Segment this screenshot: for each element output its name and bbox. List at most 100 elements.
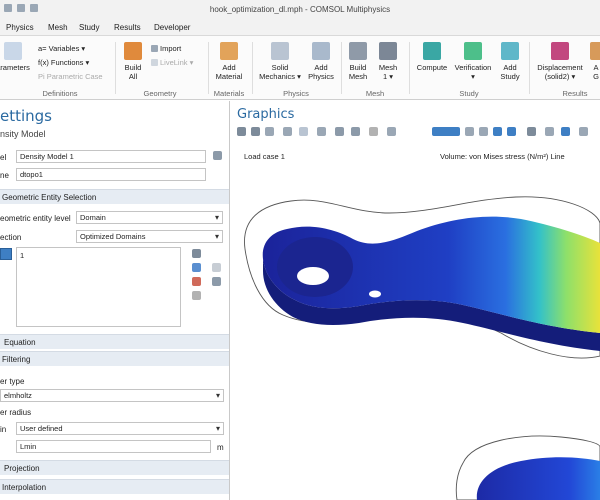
section-equation[interactable]: Equation xyxy=(0,334,229,349)
ribbon-divider xyxy=(529,42,530,94)
go-to-view-icon[interactable] xyxy=(387,127,396,136)
list-item[interactable]: 1 xyxy=(20,251,24,260)
filter-type-label: er type xyxy=(0,377,25,386)
select-boundaries-icon[interactable] xyxy=(479,127,488,136)
import-icon xyxy=(151,45,158,52)
mesh-1-button[interactable]: Mesh 1 ▾ xyxy=(375,42,401,81)
tab-mesh[interactable]: Mesh xyxy=(48,23,68,32)
group-study: Study xyxy=(459,89,479,98)
tab-physics[interactable]: Physics xyxy=(6,23,34,32)
group-results: Results xyxy=(562,89,588,98)
camera-icon[interactable] xyxy=(351,127,360,136)
gear-icon[interactable] xyxy=(561,127,570,136)
select-edges-icon[interactable] xyxy=(493,127,502,136)
edit-label-icon[interactable] xyxy=(213,151,222,160)
plot-group-icon xyxy=(551,42,569,60)
graphics-window[interactable]: Graphics Load case 1 Volume: von Mises s… xyxy=(231,101,600,500)
ribbon-divider xyxy=(409,42,410,94)
hook-pin-hole xyxy=(369,290,381,298)
print-icon[interactable] xyxy=(579,127,588,136)
clear-selection-icon[interactable] xyxy=(192,291,201,300)
solid-mechanics-button[interactable]: Solid Mechanics ▾ xyxy=(256,42,304,81)
wireframe-icon[interactable] xyxy=(545,127,554,136)
zoom-box-icon[interactable] xyxy=(265,127,274,136)
label-input[interactable]: Density Model 1 xyxy=(16,150,206,163)
parametric-case-button[interactable]: Pi Parametric Case xyxy=(38,72,103,81)
zoom-extents-icon[interactable] xyxy=(283,127,292,136)
remove-from-selection-icon[interactable] xyxy=(192,277,201,286)
parameters-icon xyxy=(4,42,22,60)
copy-selection-icon[interactable] xyxy=(212,277,221,286)
view-axis-icon[interactable] xyxy=(317,127,326,136)
zoom-selection-icon[interactable] xyxy=(212,263,221,272)
view-menu-icon[interactable] xyxy=(299,127,308,136)
add-study-button[interactable]: Add Study xyxy=(496,42,524,81)
section-interpolation[interactable]: Interpolation xyxy=(0,479,229,494)
build-all-button[interactable]: Build All xyxy=(118,42,148,81)
section-filtering[interactable]: Filtering xyxy=(0,351,229,366)
radius-length-input[interactable]: Lmin xyxy=(16,440,211,453)
selection-list[interactable]: 1 xyxy=(16,247,181,327)
name-field-label: ne xyxy=(0,171,9,180)
add-to-selection-icon[interactable] xyxy=(192,263,201,272)
section-projection[interactable]: Projection xyxy=(0,460,229,475)
load-case-label: Load case 1 xyxy=(244,152,285,161)
tab-study[interactable]: Study xyxy=(79,23,99,32)
add-material-button[interactable]: Add Material xyxy=(211,42,247,81)
section-geometric-entity-selection[interactable]: Geometric Entity Selection xyxy=(0,189,229,204)
ribbon-tabs: Physics Mesh Study Results Developer xyxy=(0,20,600,36)
zoom-in-icon[interactable] xyxy=(237,127,246,136)
rotate-icon[interactable] xyxy=(369,127,378,136)
lock-icon[interactable] xyxy=(527,127,536,136)
group-mesh: Mesh xyxy=(365,89,385,98)
ribbon-divider xyxy=(115,42,116,94)
label-field-label: el xyxy=(0,153,7,162)
add-physics-icon xyxy=(312,42,330,60)
select-points-icon[interactable] xyxy=(507,127,516,136)
import-button[interactable]: Import xyxy=(151,44,181,53)
add-physics-button[interactable]: Add Physics xyxy=(306,42,336,81)
functions-button[interactable]: f(x) Functions ▾ xyxy=(38,58,89,67)
graphics-title: Graphics xyxy=(237,107,295,122)
add-plot-icon xyxy=(590,42,600,60)
filter-radius-label: er radius xyxy=(0,408,32,417)
build-all-icon xyxy=(124,42,142,60)
radius-mode-select[interactable]: User defined xyxy=(16,422,224,435)
title-bar: hook_optimization_dl.mph - COMSOL Multip… xyxy=(0,0,600,20)
verification-icon xyxy=(464,42,482,60)
panel-subtitle: nsity Model xyxy=(0,129,46,139)
build-mesh-button[interactable]: Build Mesh xyxy=(345,42,371,81)
compute-button[interactable]: Compute xyxy=(412,42,452,72)
livelink-button[interactable]: LiveLink ▾ xyxy=(151,58,193,67)
entity-level-select[interactable]: Domain xyxy=(76,211,223,224)
add-study-icon xyxy=(501,42,519,60)
paste-selection-icon[interactable] xyxy=(192,249,201,258)
parameters-button[interactable]: arameters xyxy=(0,42,32,72)
select-mode-icon[interactable] xyxy=(432,127,460,136)
tab-results[interactable]: Results xyxy=(114,23,141,32)
ribbon-divider xyxy=(252,42,253,94)
active-selection-toggle[interactable] xyxy=(0,248,12,260)
livelink-icon xyxy=(151,59,158,66)
selection-select[interactable]: Optimized Domains xyxy=(76,230,223,243)
window-title: hook_optimization_dl.mph - COMSOL Multip… xyxy=(209,5,391,14)
displacement-plot-button[interactable]: Displacement (solid2) ▾ xyxy=(532,42,588,81)
variables-button[interactable]: a= Variables ▾ xyxy=(38,44,85,53)
second-hook-body xyxy=(476,457,600,500)
material-icon xyxy=(220,42,238,60)
scene-light-icon[interactable] xyxy=(335,127,344,136)
verification-button[interactable]: Verification ▾ xyxy=(451,42,495,81)
zoom-out-icon[interactable] xyxy=(251,127,260,136)
tab-developer[interactable]: Developer xyxy=(154,23,190,32)
name-input[interactable]: dtopo1 xyxy=(16,168,206,181)
select-domains-icon[interactable] xyxy=(465,127,474,136)
hook-eye-ring xyxy=(277,237,353,297)
ribbon-divider xyxy=(341,42,342,94)
panel-title: ettings xyxy=(0,107,53,125)
filter-type-select[interactable]: elmholtz xyxy=(0,389,224,402)
group-physics: Physics xyxy=(283,89,309,98)
settings-panel: ettings nsity Model el Density Model 1 n… xyxy=(0,101,230,500)
add-plot-button[interactable]: A G xyxy=(588,42,600,81)
mesh-icon xyxy=(379,42,397,60)
radius-row-label: in xyxy=(0,425,7,434)
